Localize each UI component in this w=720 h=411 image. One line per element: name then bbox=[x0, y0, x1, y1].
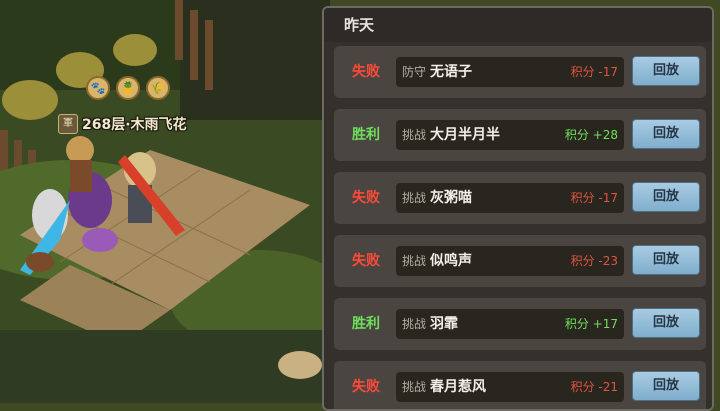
scene-background bbox=[0, 0, 330, 403]
battle-info: 挑战 春月惹风 积分 -21 bbox=[396, 372, 624, 402]
rank-badge-icon: 軍 bbox=[58, 114, 78, 134]
wheat-icon: 🌾 bbox=[146, 76, 170, 100]
score-change: 积分 -17 bbox=[570, 65, 618, 79]
battle-info: 挑战 羽霏 积分 +17 bbox=[396, 309, 624, 339]
battle-log-row: 失败 防守 无语子 积分 -17 回放 bbox=[334, 46, 706, 98]
battle-info: 挑战 似鸣声 积分 -23 bbox=[396, 246, 624, 276]
result-label: 失败 bbox=[352, 253, 380, 269]
result-label: 失败 bbox=[352, 64, 380, 80]
result-label: 胜利 bbox=[352, 127, 380, 143]
battle-info: 挑战 大月半月半 积分 +28 bbox=[396, 120, 624, 150]
replay-button[interactable]: 回放 bbox=[632, 182, 700, 212]
battle-mode: 挑战 bbox=[402, 128, 427, 142]
pineapple-icon: 🍍 bbox=[116, 76, 140, 100]
replay-button[interactable]: 回放 bbox=[632, 119, 700, 149]
score-change: 积分 -23 bbox=[570, 254, 618, 268]
battle-mode: 挑战 bbox=[402, 191, 427, 205]
opponent-name: 大月半月半 bbox=[430, 127, 500, 143]
result-label: 胜利 bbox=[352, 316, 380, 332]
opponent-name: 无语子 bbox=[430, 64, 472, 80]
paw-icon: 🐾 bbox=[86, 76, 110, 100]
battle-log-row: 失败 挑战 灰粥喵 积分 -17 回放 bbox=[334, 172, 706, 224]
replay-button[interactable]: 回放 bbox=[632, 371, 700, 401]
battle-mode: 挑战 bbox=[402, 380, 427, 394]
score-change: 积分 +28 bbox=[564, 128, 618, 142]
result-label: 失败 bbox=[352, 190, 380, 206]
battle-log-row: 失败 挑战 似鸣声 积分 -23 回放 bbox=[334, 235, 706, 287]
result-label: 失败 bbox=[352, 379, 380, 395]
player-floor-name: 268层·木雨飞花 bbox=[82, 117, 187, 133]
replay-button[interactable]: 回放 bbox=[632, 245, 700, 275]
battle-log-row: 胜利 挑战 羽霏 积分 +17 回放 bbox=[334, 298, 706, 350]
score-change: 积分 -17 bbox=[570, 191, 618, 205]
battle-mode: 挑战 bbox=[402, 317, 427, 331]
opponent-name: 似鸣声 bbox=[430, 253, 472, 269]
battle-mode: 挑战 bbox=[402, 254, 427, 268]
replay-button[interactable]: 回放 bbox=[632, 308, 700, 338]
battle-mode: 防守 bbox=[402, 65, 427, 79]
score-change: 积分 +17 bbox=[564, 317, 618, 331]
battle-log-row: 胜利 挑战 大月半月半 积分 +28 回放 bbox=[334, 109, 706, 161]
log-date-header: 昨天 bbox=[324, 8, 712, 42]
battle-log-row: 失败 挑战 春月惹风 积分 -21 回放 bbox=[334, 361, 706, 409]
opponent-name: 春月惹风 bbox=[430, 379, 486, 395]
player-banner: 軍 268层·木雨飞花 bbox=[58, 113, 187, 135]
replay-button[interactable]: 回放 bbox=[632, 56, 700, 86]
score-change: 积分 -21 bbox=[570, 380, 618, 394]
opponent-name: 灰粥喵 bbox=[430, 190, 472, 206]
status-icon-row: 🐾 🍍 🌾 bbox=[86, 76, 170, 100]
opponent-name: 羽霏 bbox=[430, 316, 458, 332]
battle-info: 挑战 灰粥喵 积分 -17 bbox=[396, 183, 624, 213]
game-scene: 🐾 🍍 🌾 軍 268层·木雨飞花 bbox=[0, 0, 330, 403]
battle-info: 防守 无语子 积分 -17 bbox=[396, 57, 624, 87]
battle-log-panel: 昨天 失败 防守 无语子 积分 -17 回放 胜利 挑战 大月半月半 积分 +2… bbox=[322, 6, 714, 411]
